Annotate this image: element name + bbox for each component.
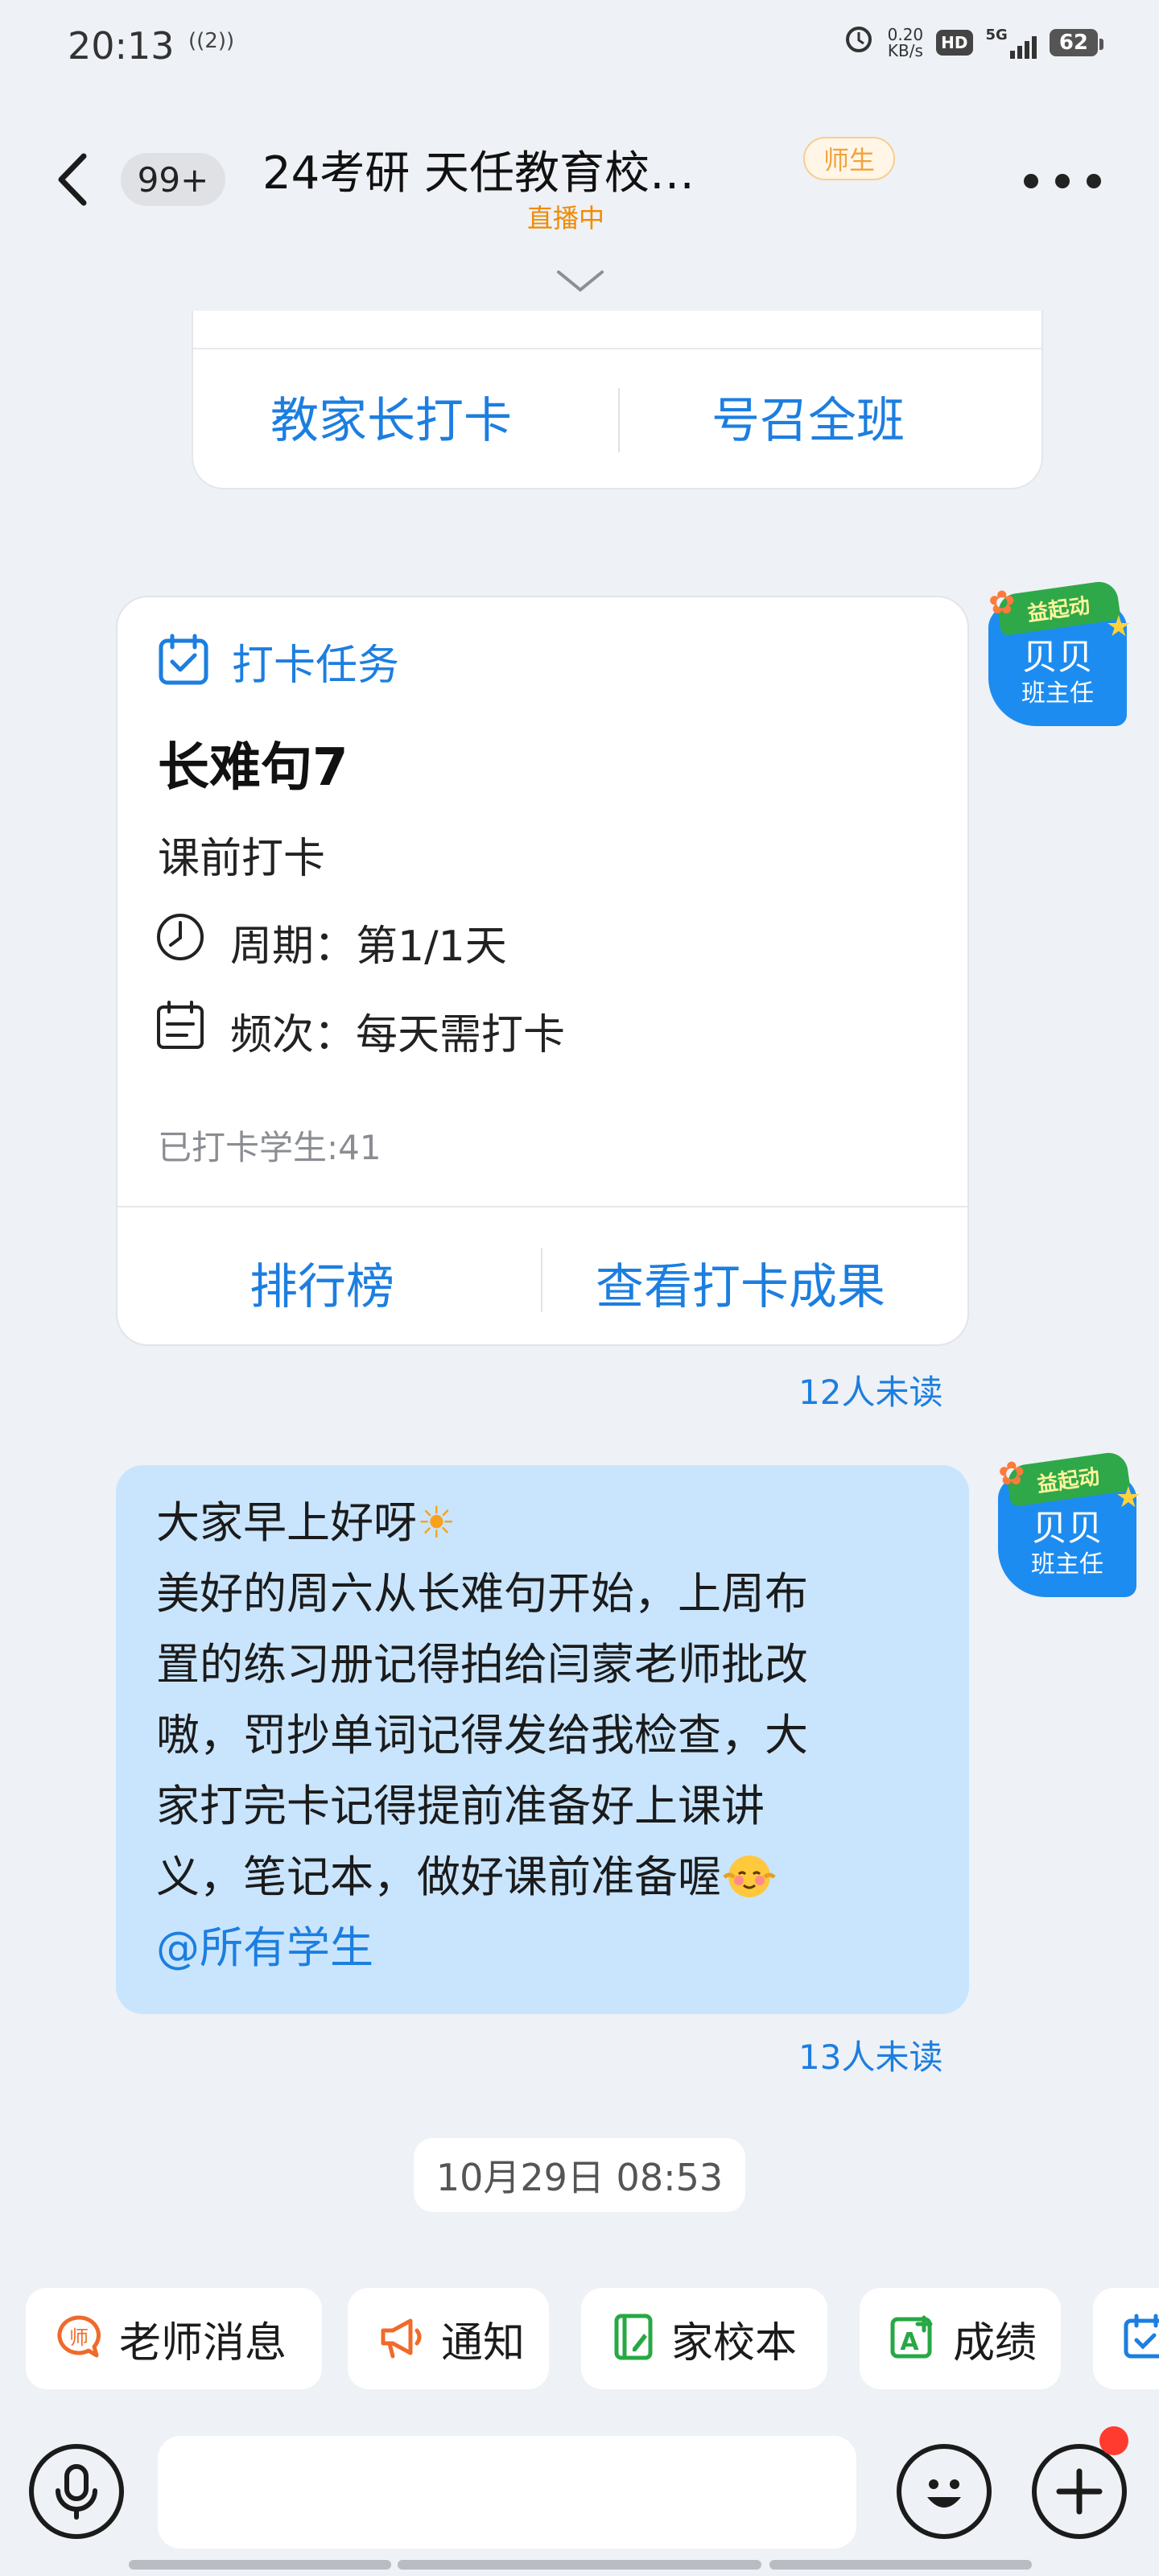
chip-label: 通知: [441, 2318, 526, 2368]
microphone-icon: [56, 2464, 97, 2520]
voice-input-button[interactable]: [29, 2444, 124, 2539]
task-period-row: 周期：第1/1天: [155, 911, 507, 973]
message-line: 嗷，罚抄单词记得发给我检查，大: [156, 1710, 808, 1761]
alarm-icon: [843, 23, 875, 62]
leaderboard-button[interactable]: 排行榜: [250, 1248, 394, 1318]
wireless-signal-icon: ((2)): [188, 29, 235, 53]
input-bar: [0, 2418, 1159, 2576]
task-frequency: 频次：每天需打卡: [230, 1011, 566, 1059]
more-options-button[interactable]: [1024, 169, 1101, 193]
nav-indicator: [769, 2560, 1032, 2570]
calendar-check-icon: [156, 633, 211, 691]
grade-icon: A: [889, 2313, 937, 2364]
teach-parents-checkin-button[interactable]: 教家长打卡: [270, 382, 512, 452]
chip-home-school-book[interactable]: 家校本: [581, 2288, 827, 2389]
task-card-header: 打卡任务: [156, 631, 399, 691]
teacher-message-icon: 师: [55, 2313, 103, 2364]
chevron-left-icon: [58, 153, 87, 206]
role-tag: 师生: [803, 137, 895, 180]
chip-teacher-message[interactable]: 师 老师消息: [26, 2288, 322, 2389]
nav-indicator: [129, 2560, 391, 2570]
back-button[interactable]: [48, 151, 105, 208]
message-line: 置的练习册记得拍给闫蒙老师批改: [156, 1639, 808, 1690]
plus-icon: [1056, 2468, 1103, 2515]
status-time: 20:13: [68, 24, 175, 68]
divider: [618, 388, 620, 452]
emoji-button[interactable]: [897, 2444, 992, 2539]
chip-notice[interactable]: 通知: [348, 2288, 549, 2389]
checkin-prompt-card: 教家长打卡 号召全班: [192, 311, 1043, 489]
chat-header: 99+ 24考研 天任教育校… 直播中 师生: [0, 121, 1159, 242]
notification-dot: [1099, 2426, 1128, 2455]
message-text: 义，笔记本，做好课前准备喔: [156, 1852, 721, 1902]
smiley-icon: [927, 2479, 961, 2508]
message-line: 大家早上好呀☀: [156, 1488, 929, 1558]
divider: [118, 1206, 967, 1208]
chat-title[interactable]: 24考研 天任教育校…: [262, 137, 695, 202]
hd-badge: HD: [936, 29, 973, 56]
task-period: 周期：第1/1天: [230, 923, 507, 971]
sun-emoji-icon: ☀: [417, 1497, 456, 1548]
nav-indicator: [398, 2560, 761, 2570]
clock-icon: [155, 911, 206, 973]
message-text: 大家早上好呀: [156, 1497, 417, 1548]
message-line: 美好的周六从长难句开始，上周布: [156, 1568, 808, 1619]
chip-grades[interactable]: A 成绩: [860, 2288, 1061, 2389]
checked-in-count: 已打卡学生:41: [158, 1128, 382, 1167]
read-status[interactable]: 13人未读: [798, 2030, 942, 2079]
task-subtitle: 课前打卡: [158, 835, 326, 883]
svg-text:A: A: [900, 2328, 919, 2356]
chip-label: 成绩: [953, 2318, 1037, 2368]
live-status[interactable]: 直播中: [527, 198, 604, 235]
view-checkin-results-button[interactable]: 查看打卡成果: [596, 1248, 885, 1318]
star-icon: ★: [1115, 1481, 1141, 1514]
avatar-role: 班主任: [1031, 1550, 1103, 1579]
chip-checkin[interactable]: [1093, 2288, 1159, 2389]
avatar[interactable]: 贝贝 班主任 益起动 ✿ ★: [993, 1450, 1141, 1602]
call-whole-class-button[interactable]: 号召全班: [711, 382, 905, 452]
calendar-check-icon: [1122, 2313, 1159, 2364]
task-name: 长难句7: [158, 738, 349, 798]
checkin-task-card[interactable]: 打卡任务 长难句7 课前打卡 周期：第1/1天 频次：每天需打卡 已打卡学生:4…: [116, 596, 969, 1346]
avatar-name: 贝贝: [1032, 1508, 1103, 1549]
net-speed-value: 0.20: [887, 24, 924, 44]
task-frequency-row: 频次：每天需打卡: [155, 1000, 565, 1062]
status-indicators: 0.20 KB/s HD 5G 62: [843, 23, 1104, 62]
avatar[interactable]: 贝贝 班主任 益起动 ✿ ★: [984, 579, 1132, 731]
divider: [193, 348, 1041, 349]
battery-icon: 62: [1049, 28, 1104, 56]
message-line: 义，笔记本，做好课前准备喔: [156, 1842, 929, 1913]
flower-icon: ✿: [998, 1455, 1025, 1492]
message-line: 家打完卡记得提前准备好上课讲: [156, 1781, 765, 1831]
add-more-button[interactable]: [1032, 2444, 1127, 2539]
divider: [541, 1248, 542, 1312]
megaphone-icon: [377, 2313, 425, 2364]
chevron-down-icon[interactable]: [555, 267, 605, 295]
net-speed: 0.20 KB/s: [888, 27, 924, 59]
cell-signal-icon: 5G: [986, 27, 1037, 59]
read-status[interactable]: 12人未读: [798, 1365, 942, 1414]
chip-label: 家校本: [671, 2318, 798, 2368]
chip-label: 老师消息: [119, 2318, 287, 2368]
quick-actions-bar: 师 老师消息 通知 家校本 A 成绩: [26, 2288, 1159, 2389]
mention-all-students[interactable]: @所有学生: [156, 1913, 929, 1984]
timestamp: 10月29日 08:53: [414, 2138, 745, 2212]
task-card-label: 打卡任务: [232, 642, 400, 690]
message-bubble[interactable]: 大家早上好呀☀ 美好的周六从长难句开始，上周布 置的练习册记得拍给闫蒙老师批改 …: [116, 1465, 969, 2014]
svg-text:师: 师: [69, 2326, 89, 2349]
message-input[interactable]: [158, 2436, 856, 2549]
unread-count-badge[interactable]: 99+: [121, 153, 225, 206]
avatar-name: 贝贝: [1022, 637, 1093, 678]
avatar-role: 班主任: [1021, 679, 1094, 708]
calendar-icon: [155, 1000, 206, 1062]
flower-icon: ✿: [988, 584, 1016, 621]
notebook-icon: [610, 2313, 655, 2364]
net-speed-unit: KB/s: [887, 40, 923, 60]
network-type: 5G: [985, 26, 1008, 43]
star-icon: ★: [1105, 610, 1132, 643]
status-bar: 20:13 ((2)) 0.20 KB/s HD 5G 62: [0, 0, 1159, 93]
blushing-emoji-icon: [721, 1852, 777, 1902]
